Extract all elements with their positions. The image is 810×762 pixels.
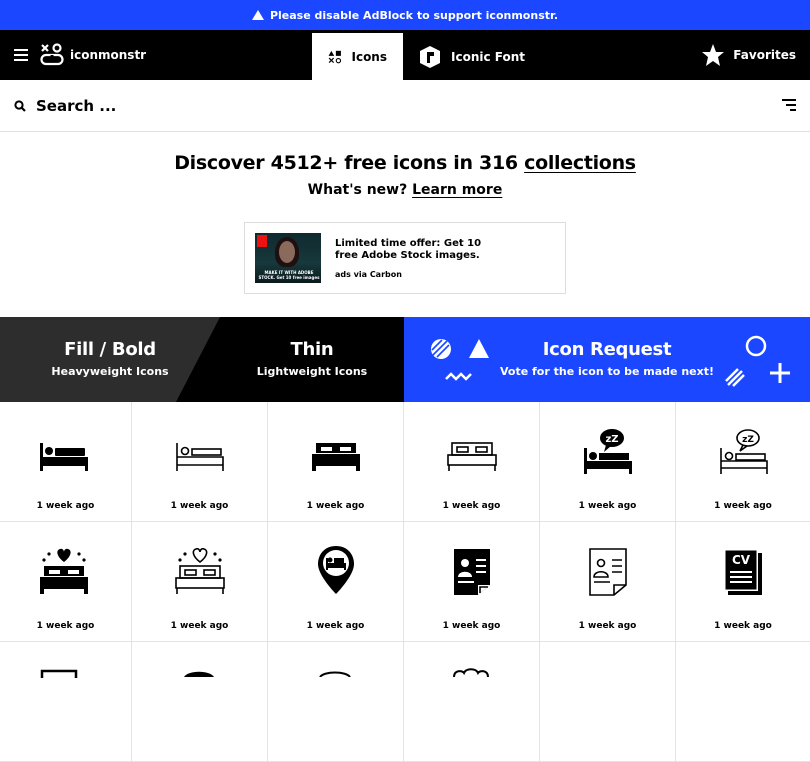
star-icon [702, 44, 725, 66]
shapes-icon [328, 50, 342, 63]
icon-time: 1 week ago [442, 621, 501, 631]
category-banner: Fill / Bold Heavyweight Icons Thin Light… [0, 317, 810, 402]
icon-time: 1 week ago [306, 621, 365, 631]
page-title: Discover 4512+ free icons in 316 collect… [0, 152, 810, 174]
icon-tile[interactable]: 1 week ago [404, 522, 540, 642]
icon-time: 1 week ago [170, 501, 229, 511]
search-icon [14, 99, 26, 112]
icon-time: 1 week ago [442, 501, 501, 511]
icon-tile[interactable] [540, 642, 676, 762]
banner-slant [176, 317, 220, 402]
thin-subtitle: Lightweight Icons [256, 365, 368, 378]
icon-time: 1 week ago [714, 501, 772, 511]
bed-person-fill-icon [36, 432, 92, 480]
resume-thin-icon [580, 548, 636, 596]
top-navigation: iconmonstr Icons Iconic Font Favorites [0, 30, 810, 80]
resume-fill-icon [444, 548, 500, 596]
ad-text: Limited time offer: Get 10 free Adobe St… [335, 237, 482, 261]
icon-tile[interactable] [132, 642, 268, 762]
whats-new: What's new? Learn more [0, 182, 810, 198]
icon-tile[interactable] [0, 642, 132, 762]
filter-icon[interactable] [782, 99, 796, 111]
favorites-label: Favorites [733, 48, 796, 62]
icon-tile[interactable]: 1 week ago [268, 522, 404, 642]
warning-icon [251, 10, 264, 20]
icon-tile[interactable]: 1 week ago [268, 402, 404, 522]
icon-tile[interactable]: CV 1 week ago [676, 522, 810, 642]
hamburger-menu-icon[interactable] [14, 49, 28, 61]
icon-time: 1 week ago [578, 621, 637, 631]
cv-label: CV [732, 553, 751, 567]
icon-tile[interactable]: 1 week ago [540, 522, 676, 642]
iconic-font-icon [420, 45, 440, 68]
thin-category[interactable]: Thin Lightweight Icons [220, 317, 404, 402]
thin-title: Thin [290, 339, 334, 360]
tab-iconic-font-label: Iconic Font [451, 49, 526, 64]
hotel-location-pin-icon [308, 546, 364, 594]
whats-new-text: What's new? [307, 182, 408, 198]
adobe-icon [257, 235, 267, 247]
hero: Discover 4512+ free icons in 316 collect… [0, 132, 810, 294]
honeymoon-bed-fill-icon [36, 548, 92, 596]
double-bed-fill-icon [308, 432, 364, 480]
ad-via: ads via Carbon [335, 269, 402, 279]
icon-time: 1 week ago [36, 621, 95, 631]
icon-time: 1 week ago [714, 621, 772, 631]
title-prefix: Discover 4512+ free icons in 316 [174, 152, 518, 174]
svg-text:zZ: zZ [605, 434, 618, 445]
partial-icon [453, 668, 489, 677]
logo[interactable]: iconmonstr [40, 43, 146, 67]
ad-image-caption: MAKE IT WITH ADOBE STOCK. Get 10 free im… [258, 270, 320, 280]
icon-tile[interactable] [676, 642, 810, 762]
icon-tile[interactable] [404, 642, 540, 762]
learn-more-link[interactable]: Learn more [412, 182, 502, 198]
fill-bold-category[interactable]: Fill / Bold Heavyweight Icons [0, 317, 220, 402]
sleeping-person-thin-icon: zZ [716, 428, 772, 476]
icon-time: 1 week ago [578, 501, 637, 511]
logo-text: iconmonstr [70, 48, 147, 62]
svg-text:zZ: zZ [742, 435, 754, 445]
carbon-ad[interactable]: MAKE IT WITH ADOBE STOCK. Get 10 free im… [244, 222, 566, 294]
ad-image: MAKE IT WITH ADOBE STOCK. Get 10 free im… [255, 233, 321, 283]
icon-tile[interactable]: 1 week ago [404, 402, 540, 522]
collections-link[interactable]: collections [524, 152, 636, 174]
partial-icon [319, 671, 351, 677]
request-shapes-right-icon [725, 335, 790, 387]
icon-tile[interactable] [268, 642, 404, 762]
icon-request[interactable]: Icon Request Vote for the icon to be mad… [404, 317, 810, 402]
icon-tile[interactable]: zZ 1 week ago [676, 402, 810, 522]
sleeping-person-fill-icon: zZ [580, 428, 636, 476]
search-bar [0, 80, 810, 132]
partial-icon [40, 669, 78, 678]
icon-time: 1 week ago [170, 621, 229, 631]
tab-iconic-font[interactable]: Iconic Font [403, 33, 541, 80]
icon-time: 1 week ago [36, 501, 95, 511]
partial-icon [184, 671, 214, 677]
icon-tile[interactable]: 1 week ago [0, 402, 132, 522]
icon-time: 1 week ago [306, 501, 365, 511]
adblock-notice: Please disable AdBlock to support iconmo… [0, 0, 810, 30]
icon-tile[interactable]: 1 week ago [132, 522, 268, 642]
tab-icons-label: Icons [351, 49, 387, 64]
favorites-link[interactable]: Favorites [701, 30, 796, 80]
honeymoon-bed-thin-icon [172, 548, 228, 596]
bed-person-thin-icon [172, 432, 228, 480]
icon-tile[interactable]: zZ 1 week ago [540, 402, 676, 522]
icon-tile[interactable]: 1 week ago [0, 522, 132, 642]
search-input[interactable] [36, 96, 636, 115]
request-shapes-left-icon [431, 339, 489, 381]
cv-document-icon: CV [716, 548, 772, 596]
tab-icons[interactable]: Icons [312, 33, 403, 80]
icon-tile[interactable]: 1 week ago [132, 402, 268, 522]
logo-icon [40, 43, 64, 66]
double-bed-thin-icon [444, 432, 500, 480]
adblock-text: Please disable AdBlock to support iconmo… [269, 8, 559, 22]
